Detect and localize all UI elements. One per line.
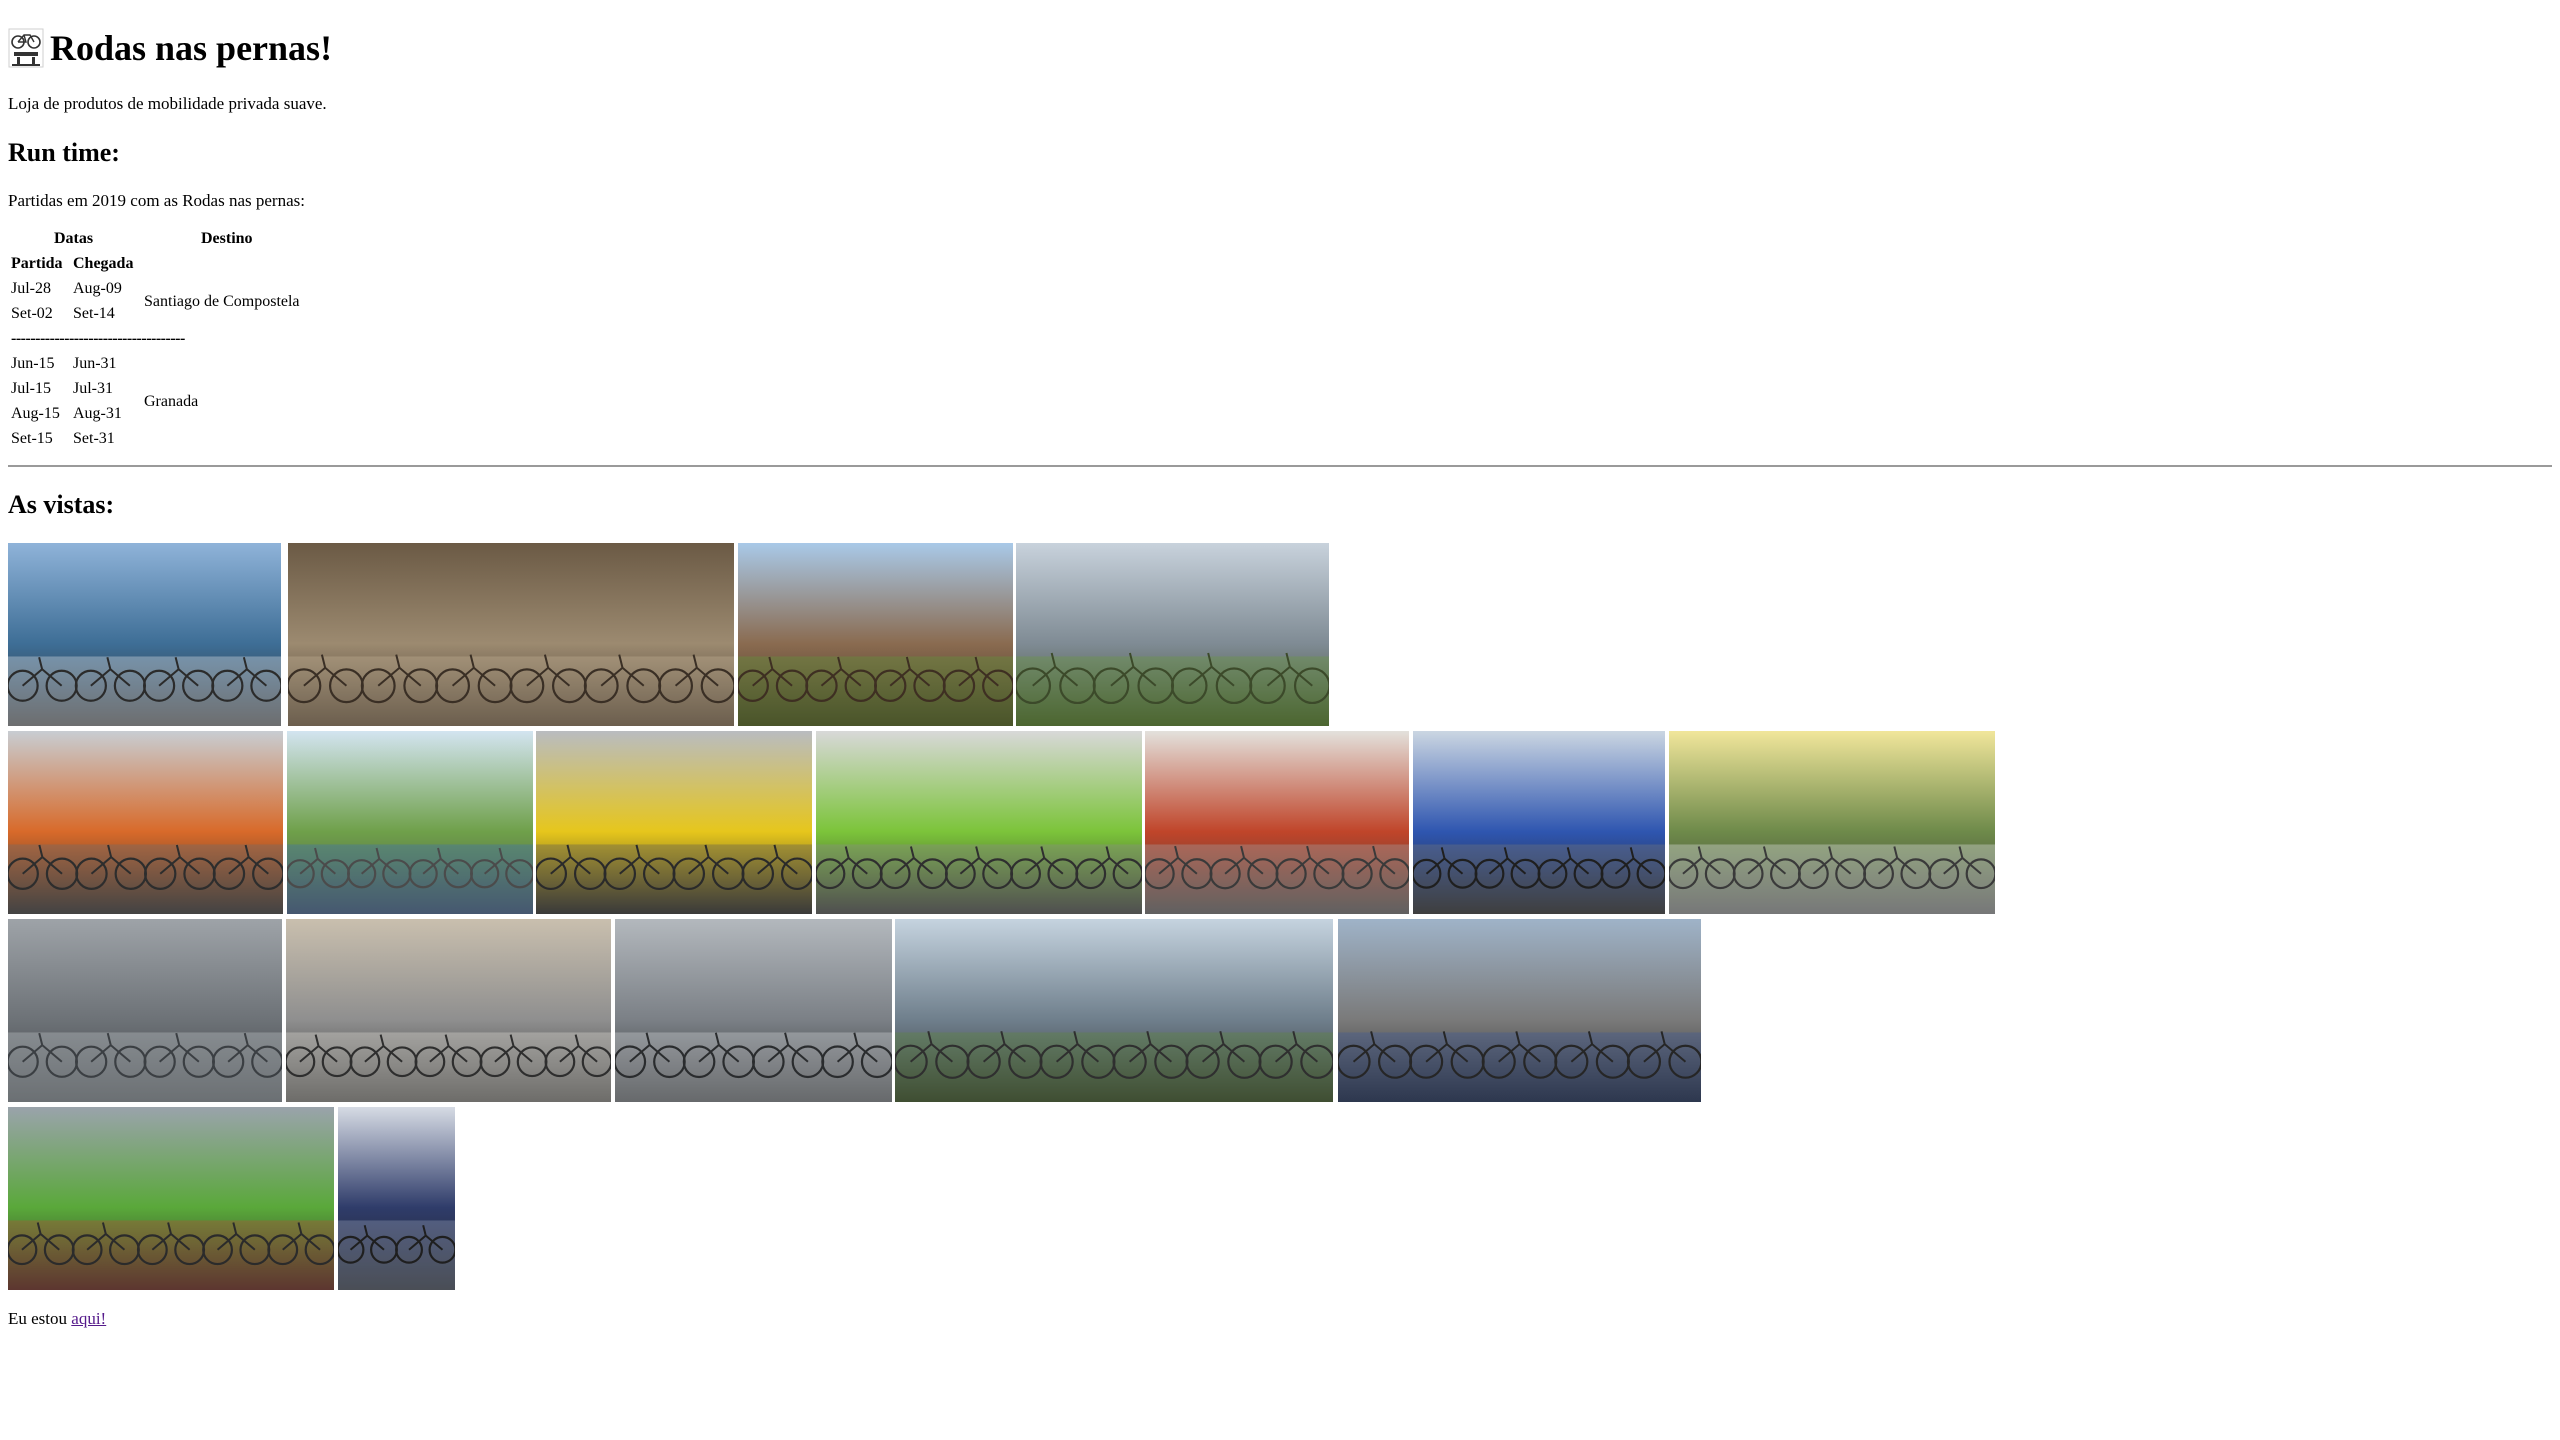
table-cell-departure: Aug-15	[11, 405, 60, 422]
photo-coast-cyclists	[8, 543, 281, 726]
photo-city-street-cyclists	[895, 919, 1333, 1102]
table-cell-departure: Set-15	[11, 430, 53, 447]
gallery-heading: As vistas:	[8, 490, 115, 519]
photo-red-bike-station	[1145, 731, 1409, 914]
table-separator: ------------------------------------	[11, 330, 185, 347]
photo-desert-mtb-group	[288, 543, 734, 726]
photo-bike-parking-tunnel	[286, 919, 611, 1102]
table-cell-destination: Granada	[144, 393, 199, 410]
photo-lake-cyclists	[1016, 543, 1329, 726]
table-cell-arrival: Set-14	[73, 305, 115, 322]
page-subtitle: Loja de produtos de mobilidade privada s…	[8, 94, 327, 113]
photo-business-scooter	[338, 1107, 455, 1290]
photo-blue-bike-station	[1413, 731, 1665, 914]
photo-yellow-bikes-row	[536, 731, 812, 914]
footer: Eu estou aqui!	[8, 1309, 106, 1329]
runtime-heading: Run time:	[8, 138, 120, 167]
location-link[interactable]: aqui!	[71, 1309, 106, 1328]
photo-blue-bikes-park	[287, 731, 533, 914]
table-cell-arrival: Jun-31	[73, 355, 117, 372]
header-departure: Partida	[11, 255, 63, 272]
photo-commuter-crowd	[1338, 919, 1701, 1102]
table-cell-destination: Santiago de Compostela	[144, 293, 300, 310]
horizontal-rule	[8, 465, 2552, 467]
table-cell-arrival: Set-31	[73, 430, 115, 447]
photo-bike-parking-aerial	[8, 919, 282, 1102]
page-title: Rodas nas pernas!	[50, 28, 333, 68]
footer-text: Eu estou	[8, 1309, 72, 1328]
photo-green-bike-dock	[816, 731, 1142, 914]
table-cell-departure: Jul-28	[11, 280, 51, 297]
photo-white-bikes-field	[1669, 731, 1995, 914]
runtime-intro: Partidas em 2019 com as Rodas nas pernas…	[8, 191, 305, 210]
photo-double-deck-racks	[615, 919, 892, 1102]
page-header: Rodas nas pernas!	[8, 22, 332, 74]
table-cell-departure: Jun-15	[11, 355, 55, 372]
photo-orange-bike-share	[8, 731, 283, 914]
header-arrival: Chegada	[73, 255, 134, 272]
header-dates: Datas	[54, 230, 94, 247]
table-cell-arrival: Jul-31	[73, 380, 113, 397]
bicycle-icon	[8, 28, 44, 68]
table-cell-departure: Set-02	[11, 305, 53, 322]
page: Rodas nas pernas! Loja de produtos de mo…	[0, 0, 2560, 1440]
photo-temple-stupa	[738, 543, 1013, 726]
header-destination: Destino	[201, 230, 253, 247]
photo-scooters-bike-lane	[8, 1107, 334, 1290]
table-cell-arrival: Aug-31	[73, 405, 122, 422]
table-cell-arrival: Aug-09	[73, 280, 122, 297]
table-cell-departure: Jul-15	[11, 380, 51, 397]
